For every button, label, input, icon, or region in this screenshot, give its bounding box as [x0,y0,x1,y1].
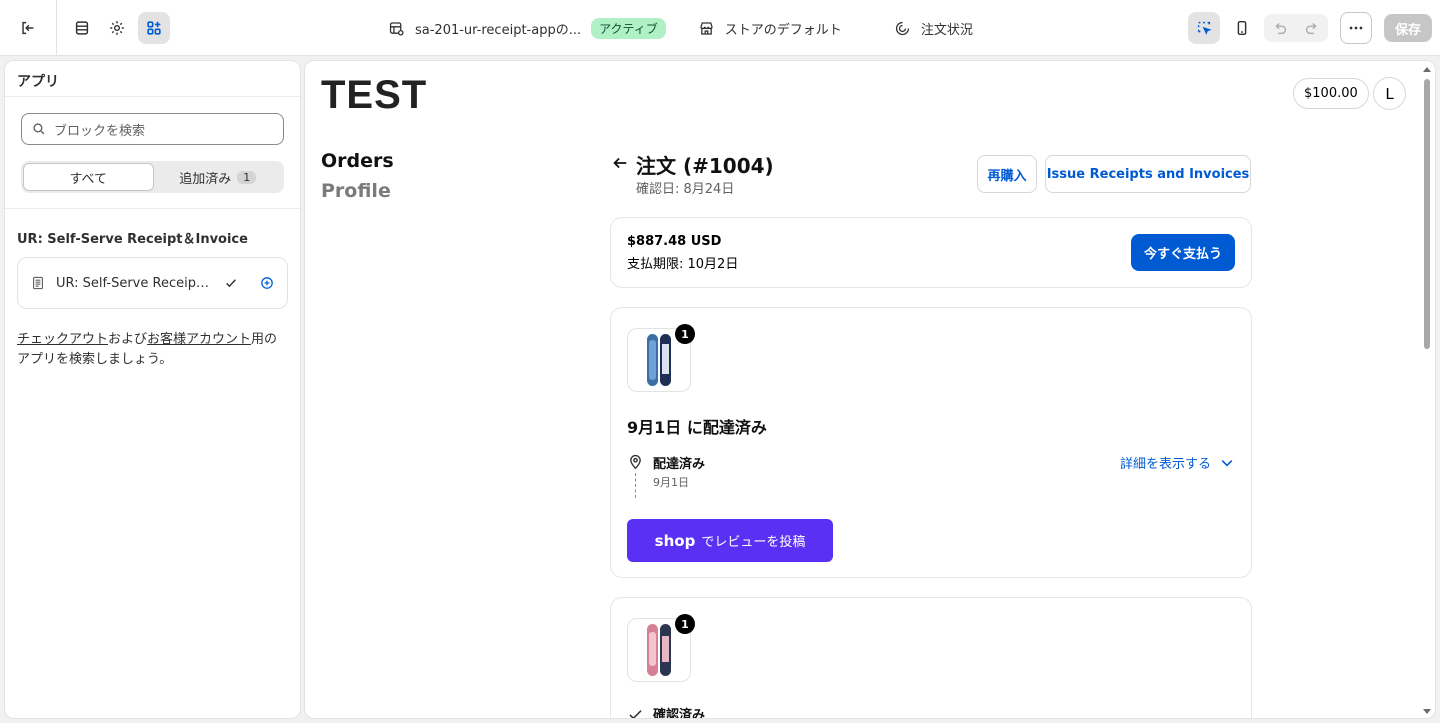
tab-all[interactable]: すべて [23,163,154,191]
storefront-preview: TEST $100.00 L Orders Profile 注文 (#1004)… [304,60,1436,719]
nav-orders[interactable]: Orders [321,150,394,172]
inspector-button[interactable] [1188,12,1220,44]
order-status-label: 注文状況 [920,22,973,38]
undo-icon [1275,22,1287,35]
template-context: sa-201-ur-receipt-appの... アクティブ ストアのデフォル… [388,0,973,56]
search-icon [33,123,45,135]
sections-button[interactable] [66,12,98,44]
snowboard-image [647,624,671,676]
pay-now-button[interactable]: 今すぐ支払う [1131,234,1235,271]
back-arrow-icon[interactable] [611,154,629,172]
shop-review-button[interactable]: shop でレビューを投稿 [627,519,833,562]
tab-added[interactable]: 追加済み 1 [154,163,283,191]
apps-button[interactable] [138,12,170,44]
timeline-line [635,473,636,498]
order-status-icon [895,21,909,35]
mobile-icon [1237,20,1247,36]
scroll-down-arrow[interactable] [1423,709,1431,714]
added-count-badge: 1 [237,170,257,184]
location-pin-icon [630,454,641,470]
scroll-up-arrow[interactable] [1423,67,1431,72]
theme-settings-button[interactable] [101,12,133,44]
store-icon [700,21,713,35]
divider [56,0,57,56]
show-details-label: 詳細を表示する [1119,457,1211,472]
save-button[interactable]: 保存 [1384,14,1432,42]
store-default-selector[interactable]: ストアのデフォルト [698,19,842,38]
top-bar: sa-201-ur-receipt-appの... アクティブ ストアのデフォル… [0,0,1440,56]
tab-added-label: 追加済み [179,171,232,187]
panel-title: アプリ [5,61,300,97]
help-text: チェックアウトおよびお客様アカウント用のアプリを検索しましょう。 [17,330,288,370]
delivery-title: 9月1日 に配達済み [627,418,767,437]
status-badge: アクティブ [591,17,666,39]
page-title: 注文 (#1004) [636,154,774,178]
apps-icon [147,21,161,35]
order-status-selector[interactable]: 注文状況 [894,19,973,38]
exit-icon [22,21,34,35]
undo-button[interactable] [1264,14,1296,42]
store-credit-balance[interactable]: $100.00 [1293,78,1369,109]
divider [5,208,300,209]
topbar-actions: 保存 [1188,0,1440,56]
app-block-label: UR: Self-Serve Receipt & Invoice [56,275,213,291]
redo-button[interactable] [1296,14,1328,42]
checkout-link[interactable]: チェックアウト [17,332,108,347]
tab-all-label: すべて [69,171,108,187]
quantity-badge: 1 [675,614,695,634]
checkmark-icon [629,710,642,718]
exit-button[interactable] [12,12,44,44]
add-circle-icon[interactable] [259,275,275,291]
scrollbar[interactable] [1421,65,1433,716]
fulfillment-status: 配達済み [653,457,706,472]
avatar[interactable]: L [1373,77,1406,110]
more-actions-button[interactable] [1340,12,1372,44]
shop-logo: shop [654,531,696,550]
nav-profile[interactable]: Profile [321,180,391,202]
chevron-down-icon [1221,459,1233,467]
fulfillment-status: 確認済み [653,708,706,719]
issue-receipts-button[interactable]: Issue Receipts and Invoices [1045,155,1251,193]
checkmark-icon [226,279,236,288]
theme-name: sa-201-ur-receipt-appの... [415,22,582,38]
mobile-preview-button[interactable] [1226,12,1258,44]
review-label: でレビューを投稿 [701,535,806,550]
scroll-thumb[interactable] [1424,79,1430,349]
fulfillment-card: 1 確認済み [610,597,1252,719]
gear-icon [110,21,124,35]
ellipsis-icon [1349,26,1363,30]
app-block-item[interactable]: UR: Self-Serve Receipt & Invoice [17,257,288,309]
customer-account-link[interactable]: お客様アカウント [147,332,251,347]
show-details-link[interactable]: 詳細を表示する [1120,453,1235,472]
theme-icon [389,21,404,36]
payment-card: $887.48 USD 支払期限: 10月2日 今すぐ支払う [610,217,1252,288]
apps-panel: アプリ ブロックを検索 すべて 追加済み 1 UR: Self-Serve Re… [4,60,301,719]
fulfillment-card: 1 9月1日 に配達済み 配達済み 9月1日 詳細を表示する shop でレビュ… [610,307,1252,578]
store-default-label: ストアのデフォルト [724,22,842,38]
app-section-title: UR: Self-Serve Receipt＆Invoice [17,232,248,247]
reorder-button[interactable]: 再購入 [977,155,1037,193]
redo-icon [1305,22,1317,35]
fulfillment-status-date: 9月1日 [653,476,689,489]
order-confirmed-date: 確認日: 8月24日 [636,182,735,197]
store-logo[interactable]: TEST [321,73,427,118]
snowboard-image [647,334,671,386]
theme-selector[interactable]: sa-201-ur-receipt-appの... アクティブ [388,17,666,39]
cursor-select-icon [1197,21,1212,35]
filter-segmented-control: すべて 追加済み 1 [21,161,284,193]
history-controls [1264,14,1328,42]
search-placeholder: ブロックを検索 [54,123,146,139]
payment-due-date: 支払期限: 10月2日 [627,257,739,272]
quantity-badge: 1 [675,324,695,344]
help-text-part: および [108,332,148,347]
sections-icon [75,21,89,35]
receipt-icon [33,276,43,290]
block-search-input[interactable]: ブロックを検索 [21,113,284,145]
amount-due: $887.48 USD [627,234,722,249]
